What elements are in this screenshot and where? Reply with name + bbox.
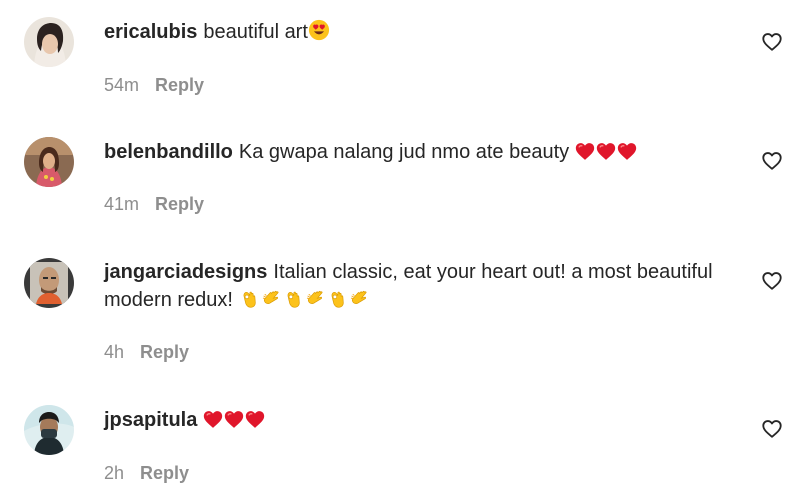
avatar[interactable] <box>24 137 74 187</box>
comment-timestamp: 2h <box>104 463 125 483</box>
comment-meta: 4h Reply <box>104 342 189 363</box>
reply-button[interactable]: Reply <box>155 75 204 95</box>
comment-timestamp: 41m <box>104 194 140 214</box>
comment-username[interactable]: ericalubis <box>104 21 197 43</box>
like-heart-icon[interactable] <box>761 150 783 172</box>
avatar[interactable] <box>24 17 74 67</box>
comment-text: beautiful art <box>203 21 308 43</box>
red-heart-emoji-icon <box>575 142 595 161</box>
comment-body: jangarciadesigns Italian classic, eat you… <box>104 258 744 314</box>
comment-timestamp: 4h <box>104 342 125 362</box>
red-heart-emoji-icon <box>596 142 616 161</box>
ok-hand-emoji-icon <box>283 289 303 309</box>
comment-body: ericalubis beautiful art <box>104 18 734 46</box>
comment-body: belenbandillo Ka gwapa nalang jud nmo ate… <box>104 138 734 166</box>
like-heart-icon[interactable] <box>761 418 783 440</box>
red-heart-emoji-icon <box>224 410 244 429</box>
red-heart-emoji-icon <box>617 142 637 161</box>
clapping-hands-emoji-icon <box>349 289 369 309</box>
comment-timestamp: 54m <box>104 75 140 95</box>
comment-username[interactable]: belenbandillo <box>104 141 233 163</box>
reply-button[interactable]: Reply <box>140 463 189 483</box>
comment-text: Ka gwapa nalang jud nmo ate beauty <box>238 141 570 163</box>
like-heart-icon[interactable] <box>761 270 783 292</box>
ok-hand-emoji-icon <box>239 289 259 309</box>
reply-button[interactable]: Reply <box>140 342 189 362</box>
clapping-hands-emoji-icon <box>261 289 281 309</box>
reply-button[interactable]: Reply <box>155 194 204 214</box>
avatar[interactable] <box>24 405 74 455</box>
red-heart-emoji-icon <box>245 410 265 429</box>
comment-meta: 41m Reply <box>104 194 204 215</box>
like-heart-icon[interactable] <box>761 31 783 53</box>
ok-hand-emoji-icon <box>327 289 347 309</box>
comment-meta: 54m Reply <box>104 75 204 96</box>
heart-eyes-emoji-icon <box>308 19 330 41</box>
clapping-hands-emoji-icon <box>305 289 325 309</box>
avatar[interactable] <box>24 258 74 308</box>
comment-username[interactable]: jpsapitula <box>104 409 197 431</box>
comment-body: jpsapitula <box>104 406 734 434</box>
comment-meta: 2h Reply <box>104 463 189 484</box>
comment-username[interactable]: jangarciadesigns <box>104 261 267 283</box>
red-heart-emoji-icon <box>203 410 223 429</box>
